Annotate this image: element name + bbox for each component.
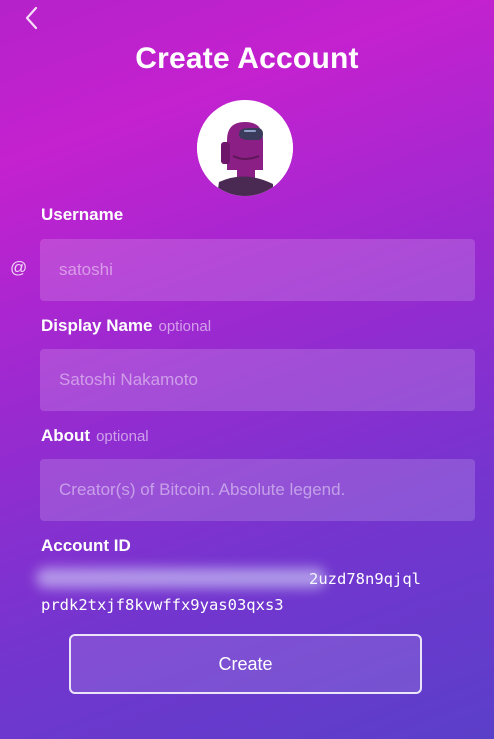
username-label-text: Username (41, 205, 124, 224)
account-id-line2: prdk2txjf8kvwffx9yas03qxs3 (41, 596, 284, 614)
at-prefix: @ (10, 258, 28, 277)
display-name-input[interactable] (40, 349, 475, 411)
about-input[interactable] (40, 459, 475, 521)
display-name-label: Display Name optional (41, 316, 211, 336)
optional-tag: optional (96, 428, 149, 445)
account-id-label: Account ID (41, 536, 131, 556)
display-name-label-text: Display Name (41, 316, 153, 335)
back-button[interactable] (18, 4, 46, 32)
page-title: Create Account (135, 42, 359, 75)
about-label: About optional (41, 426, 149, 446)
redaction-blur (36, 568, 326, 588)
avatar[interactable] (197, 100, 293, 196)
account-id-label-text: Account ID (41, 536, 131, 555)
chevron-left-icon (25, 6, 38, 30)
create-button[interactable]: Create (69, 634, 422, 694)
crewmate-avatar-icon (197, 100, 293, 196)
username-label: Username (41, 205, 123, 225)
optional-tag: optional (158, 318, 212, 335)
about-label-text: About (41, 426, 91, 445)
username-input[interactable] (40, 239, 475, 301)
